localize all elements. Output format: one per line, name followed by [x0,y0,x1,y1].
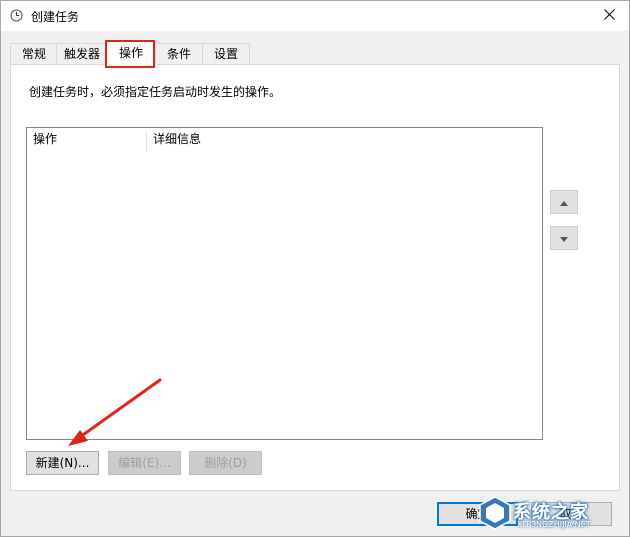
panel-description: 创建任务时，必须指定任务启动时发生的操作。 [29,85,282,99]
move-down-button[interactable] [550,226,578,250]
delete-action-button[interactable]: 删除(D) [189,451,262,475]
move-up-button[interactable] [550,190,578,214]
task-scheduler-icon [10,9,23,22]
tab-actions[interactable]: 操作 [106,41,156,66]
tab-general[interactable]: 常规 [10,43,58,64]
watermark-logo-icon [479,496,511,530]
watermark: 系统之家 XITONGZHIJIA.NET [465,494,625,534]
window-title: 创建任务 [31,10,80,24]
tab-conditions[interactable]: 条件 [154,43,204,64]
chevron-up-icon [560,195,568,209]
create-task-dialog: 创建任务 常规 触发器 操作 条件 设置 创建任务时，必须指定任务启动时发生的操… [0,0,630,537]
close-button[interactable] [589,1,629,31]
title-bar: 创建任务 [1,1,629,31]
new-action-button[interactable]: 新建(N)... [26,451,99,475]
edit-action-button[interactable]: 编辑(E)... [108,451,181,475]
close-icon [603,9,615,23]
tab-settings[interactable]: 设置 [202,43,250,64]
watermark-url: XITONGZHIJIA.NET [517,520,591,529]
actions-list[interactable]: 操作 详细信息 [26,127,543,440]
column-header-action[interactable]: 操作 [27,128,146,150]
chevron-down-icon [560,231,568,245]
column-header-details[interactable]: 详细信息 [147,128,542,150]
tab-triggers[interactable]: 触发器 [56,43,108,64]
